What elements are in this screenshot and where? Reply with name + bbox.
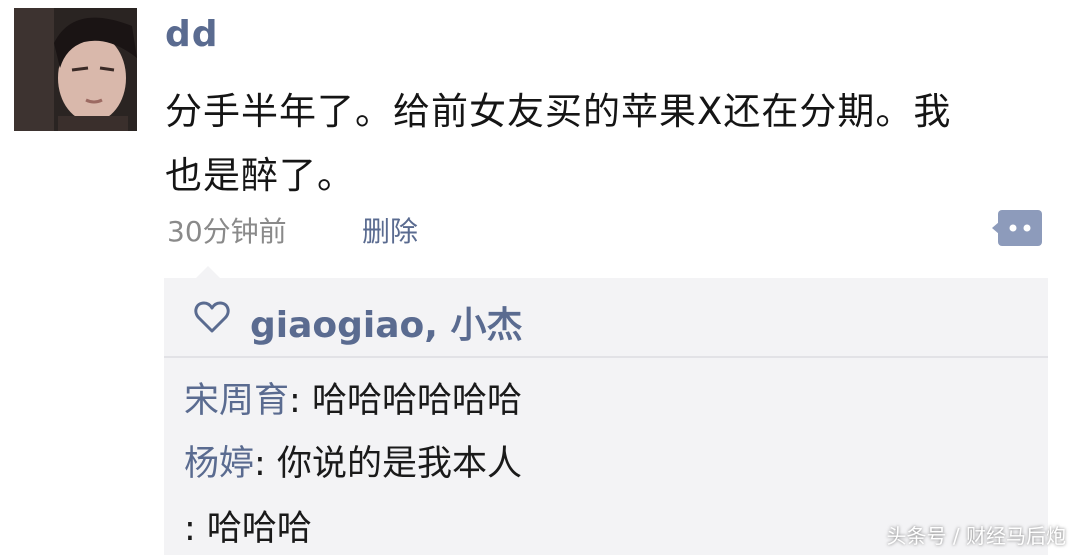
comment-text: 哈哈哈 bbox=[206, 509, 312, 549]
comment-text: 你说的是我本人 bbox=[276, 444, 522, 484]
comment-separator: : bbox=[254, 444, 277, 484]
avatar-photo bbox=[14, 8, 137, 131]
comment-item[interactable]: : 哈哈哈 bbox=[184, 500, 312, 551]
avatar[interactable] bbox=[14, 8, 137, 131]
moments-post: dd 分手半年了。给前女友买的苹果X还在分期。我也是醉了。 30分钟前 删除 g… bbox=[0, 0, 1080, 555]
panel-caret bbox=[196, 266, 220, 278]
likes-names[interactable]: giaogiao, 小杰 bbox=[250, 296, 522, 348]
comment-panel: giaogiao, 小杰 宋周育: 哈哈哈哈哈哈 杨婷: 你说的是我本人 : 哈… bbox=[164, 278, 1048, 555]
username[interactable]: dd bbox=[165, 14, 219, 55]
heart-outline-icon bbox=[194, 301, 230, 333]
comment-item[interactable]: 杨婷: 你说的是我本人 bbox=[184, 435, 522, 486]
comment-separator: : bbox=[289, 381, 312, 421]
comment-bubble-icon bbox=[992, 210, 1042, 246]
watermark: 头条号 / 财经马后炮 bbox=[886, 524, 1066, 548]
post-text: 分手半年了。给前女友买的苹果X还在分期。我也是醉了。 bbox=[165, 90, 952, 197]
comment-separator: : bbox=[184, 509, 207, 549]
likes-row: giaogiao, 小杰 bbox=[164, 278, 1048, 358]
comment-item[interactable]: 宋周育: 哈哈哈哈哈哈 bbox=[184, 372, 522, 423]
comment-icon[interactable] bbox=[992, 208, 1044, 248]
post-timestamp: 30分钟前 bbox=[167, 215, 287, 248]
delete-button[interactable]: 删除 bbox=[362, 210, 418, 250]
comment-author[interactable]: 宋周育 bbox=[184, 381, 289, 421]
comment-text: 哈哈哈哈哈哈 bbox=[311, 381, 522, 421]
comment-author[interactable]: 杨婷 bbox=[184, 444, 254, 484]
